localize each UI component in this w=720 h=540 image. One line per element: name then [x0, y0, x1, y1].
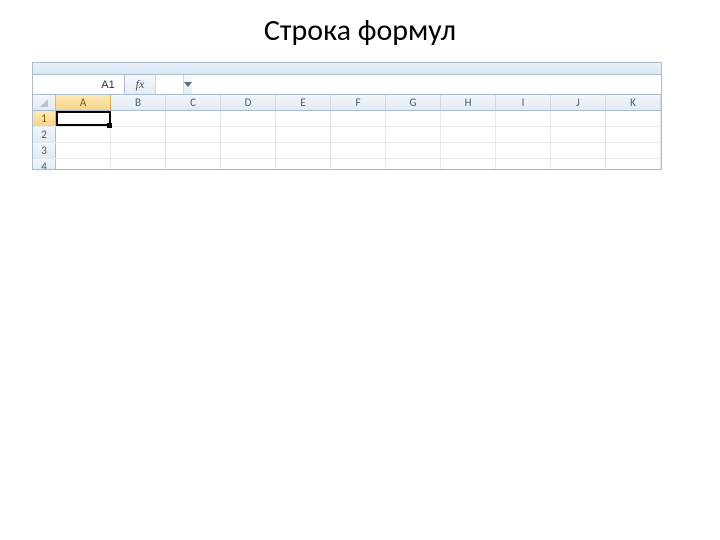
cell-H1[interactable]: [441, 111, 496, 126]
cell-F4[interactable]: [331, 159, 386, 169]
col-header-H[interactable]: H: [441, 95, 496, 110]
cell-A3[interactable]: [56, 143, 111, 158]
cell-I2[interactable]: [496, 127, 551, 142]
cell-A2[interactable]: [56, 127, 111, 142]
cell-A4[interactable]: [56, 159, 111, 169]
row-3: 3: [33, 143, 661, 159]
name-box-dropdown-icon[interactable]: [183, 75, 192, 94]
cell-F3[interactable]: [331, 143, 386, 158]
ribbon-strip: [33, 63, 661, 75]
cell-C1[interactable]: [166, 111, 221, 126]
cell-E1[interactable]: [276, 111, 331, 126]
row-4: 4: [33, 159, 661, 169]
name-box[interactable]: [33, 75, 125, 94]
cell-F1[interactable]: [331, 111, 386, 126]
cell-I3[interactable]: [496, 143, 551, 158]
row-header-2[interactable]: 2: [33, 127, 56, 142]
cell-C2[interactable]: [166, 127, 221, 142]
cell-I4[interactable]: [496, 159, 551, 169]
formula-input[interactable]: [156, 75, 661, 94]
cell-D4[interactable]: [221, 159, 276, 169]
cell-H2[interactable]: [441, 127, 496, 142]
cell-A1[interactable]: [56, 111, 111, 126]
cell-J1[interactable]: [551, 111, 606, 126]
col-header-K[interactable]: K: [606, 95, 661, 110]
col-header-J[interactable]: J: [551, 95, 606, 110]
cell-D3[interactable]: [221, 143, 276, 158]
cell-J4[interactable]: [551, 159, 606, 169]
cell-K4[interactable]: [606, 159, 661, 169]
cell-C4[interactable]: [166, 159, 221, 169]
cell-K1[interactable]: [606, 111, 661, 126]
cell-F2[interactable]: [331, 127, 386, 142]
cell-J2[interactable]: [551, 127, 606, 142]
row-header-4[interactable]: 4: [33, 159, 56, 169]
col-header-B[interactable]: B: [111, 95, 166, 110]
cell-H3[interactable]: [441, 143, 496, 158]
cell-C3[interactable]: [166, 143, 221, 158]
row-header-1[interactable]: 1: [33, 111, 56, 126]
column-headers: A B C D E F G H I J K: [33, 95, 661, 111]
cell-E2[interactable]: [276, 127, 331, 142]
cell-E3[interactable]: [276, 143, 331, 158]
cell-B1[interactable]: [111, 111, 166, 126]
cell-B2[interactable]: [111, 127, 166, 142]
col-header-F[interactable]: F: [331, 95, 386, 110]
cell-B3[interactable]: [111, 143, 166, 158]
row-2: 2: [33, 127, 661, 143]
cell-D1[interactable]: [221, 111, 276, 126]
row-header-3[interactable]: 3: [33, 143, 56, 158]
cell-J3[interactable]: [551, 143, 606, 158]
spreadsheet-window: fx A B C D E F G H I J K: [32, 62, 662, 170]
cell-G3[interactable]: [386, 143, 441, 158]
col-header-C[interactable]: C: [166, 95, 221, 110]
grid: A B C D E F G H I J K 1: [33, 95, 661, 169]
name-box-input[interactable]: [33, 79, 183, 91]
col-header-D[interactable]: D: [221, 95, 276, 110]
cell-K3[interactable]: [606, 143, 661, 158]
col-header-E[interactable]: E: [276, 95, 331, 110]
slide-title: Строка формул: [0, 12, 720, 49]
col-header-A[interactable]: A: [56, 95, 111, 110]
cell-G1[interactable]: [386, 111, 441, 126]
col-header-G[interactable]: G: [386, 95, 441, 110]
formula-bar: fx: [33, 75, 661, 95]
cell-K2[interactable]: [606, 127, 661, 142]
row-1: 1: [33, 111, 661, 127]
cell-D2[interactable]: [221, 127, 276, 142]
cell-G2[interactable]: [386, 127, 441, 142]
cell-I1[interactable]: [496, 111, 551, 126]
select-all-corner[interactable]: [33, 95, 56, 110]
cell-H4[interactable]: [441, 159, 496, 169]
cell-G4[interactable]: [386, 159, 441, 169]
cell-B4[interactable]: [111, 159, 166, 169]
col-header-I[interactable]: I: [496, 95, 551, 110]
cell-E4[interactable]: [276, 159, 331, 169]
